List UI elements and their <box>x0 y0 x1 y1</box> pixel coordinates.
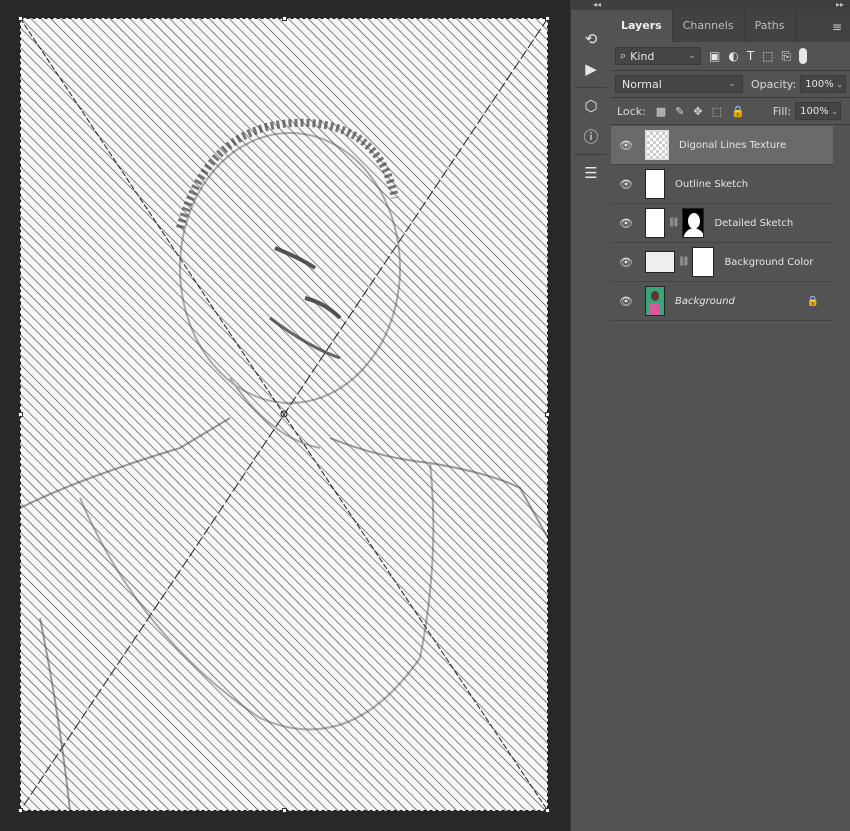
transform-handle-ml[interactable] <box>18 412 23 417</box>
layer-thumbnail <box>645 251 675 273</box>
adjustment-filter-icon[interactable]: ◐ <box>728 49 738 63</box>
visibility-eye-icon[interactable]: 👁 <box>611 295 641 308</box>
opacity-dropdown-icon[interactable]: ⌄ <box>834 75 846 93</box>
mask-silhouette <box>683 209 704 237</box>
layers-panel: ▸▸ Layers Channels Paths ≡ ⌕ Kind ⌄ ▣ ◐ … <box>611 0 850 831</box>
chevron-down-icon: ⌄ <box>688 51 696 61</box>
collapse-left-icon[interactable]: ◂◂ <box>593 0 601 10</box>
document-canvas[interactable] <box>20 18 548 811</box>
layer-row[interactable]: 👁 ⛓ Background Color <box>611 243 833 282</box>
lock-transparent-icon[interactable]: ▩ <box>656 105 666 118</box>
layers-list: 👁 Digonal Lines Texture 👁 Outline Sketch… <box>611 126 833 321</box>
smart-object-filter-icon[interactable]: ⎘ <box>782 49 792 64</box>
transform-handle-tl[interactable] <box>18 16 23 21</box>
transform-handle-br[interactable] <box>545 808 550 813</box>
sketch-artwork <box>20 18 548 811</box>
fill-label: Fill: <box>772 104 792 118</box>
divider <box>611 124 850 125</box>
layer-mask-thumbnail[interactable] <box>682 208 705 238</box>
type-filter-icon[interactable]: T <box>747 49 754 63</box>
visibility-eye-icon[interactable]: 👁 <box>611 178 641 191</box>
blend-mode-value: Normal <box>622 77 662 91</box>
info-icon[interactable]: ⓘ <box>571 121 611 151</box>
properties-icon[interactable]: ☰ <box>571 158 611 188</box>
layer-thumbnail <box>645 130 669 160</box>
transform-handle-bl[interactable] <box>18 808 23 813</box>
lock-all-icon[interactable]: 🔒 <box>731 105 745 118</box>
blend-mode-select[interactable]: Normal ⌄ <box>615 75 743 93</box>
transform-handle-tc[interactable] <box>282 16 287 21</box>
iconbar-grip[interactable]: ◂◂ <box>571 0 611 10</box>
transform-handle-mr[interactable] <box>545 412 550 417</box>
transform-handle-bc[interactable] <box>282 808 287 813</box>
layer-name: Digonal Lines Texture <box>679 139 787 151</box>
collapse-right-icon[interactable]: ▸▸ <box>836 0 844 10</box>
layer-mask-thumbnail[interactable] <box>692 247 715 277</box>
iconbar-divider <box>575 87 607 88</box>
link-chain-icon: ⛓ <box>678 257 690 267</box>
opacity-label: Opacity: <box>750 77 797 91</box>
layer-row[interactable]: 👁 Background 🔒 <box>611 282 833 321</box>
layer-thumbnail <box>645 169 665 199</box>
panel-top-bar: ▸▸ <box>611 0 850 10</box>
layer-row[interactable]: 👁 Digonal Lines Texture <box>611 126 833 165</box>
lock-row: Lock: ▩ ✎ ✥ ⬚ 🔒 Fill: 100% ⌄ <box>611 98 850 124</box>
tab-paths[interactable]: Paths <box>745 10 796 42</box>
canvas-area[interactable] <box>0 0 568 831</box>
layer-thumbnail <box>645 286 665 316</box>
3d-cube-icon[interactable]: ⬡ <box>571 91 611 121</box>
tab-layers[interactable]: Layers <box>611 10 673 42</box>
layer-name: Outline Sketch <box>675 178 749 190</box>
opacity-input[interactable]: 100% <box>800 75 835 93</box>
layer-name: Background <box>675 295 735 307</box>
layer-name: Background Color <box>724 256 814 268</box>
layer-thumbnail <box>645 208 665 238</box>
lock-position-icon[interactable]: ✥ <box>693 105 702 118</box>
layer-row[interactable]: 👁 ⛓ Detailed Sketch <box>611 204 833 243</box>
play-actions-icon[interactable]: ▶ <box>571 54 611 84</box>
filter-kind-label: Kind <box>630 49 655 63</box>
lock-icon: 🔒 <box>806 295 819 307</box>
lock-artboard-icon[interactable]: ⬚ <box>712 105 722 118</box>
lock-image-icon[interactable]: ✎ <box>675 105 684 118</box>
link-chain-icon: ⛓ <box>668 218 680 228</box>
lock-label: Lock: <box>617 104 646 118</box>
fill-input[interactable]: 100% <box>795 102 830 120</box>
chevron-down-icon: ⌄ <box>728 79 736 89</box>
visibility-eye-icon[interactable]: 👁 <box>611 256 641 269</box>
panel-menu-icon[interactable]: ≡ <box>832 20 842 34</box>
search-icon: ⌕ <box>620 49 627 62</box>
visibility-eye-icon[interactable]: 👁 <box>611 139 641 152</box>
filter-row: ⌕ Kind ⌄ ▣ ◐ T ⬚ ⎘ <box>611 42 850 70</box>
iconbar-divider <box>575 154 607 155</box>
panel-tabs: Layers Channels Paths ≡ <box>611 10 850 42</box>
history-icon[interactable]: ⟲ <box>571 24 611 54</box>
blend-row: Normal ⌄ Opacity: 100% ⌄ <box>611 71 850 97</box>
panel-icon-bar: ◂◂ ⟲ ▶ ⬡ ⓘ ☰ <box>570 0 612 831</box>
fill-dropdown-icon[interactable]: ⌄ <box>829 102 842 120</box>
image-filter-icon[interactable]: ▣ <box>709 49 720 63</box>
layer-row[interactable]: 👁 Outline Sketch <box>611 165 833 204</box>
tab-channels[interactable]: Channels <box>673 10 745 42</box>
filter-kind-select[interactable]: ⌕ Kind ⌄ <box>615 47 701 65</box>
transform-handle-tr[interactable] <box>545 16 550 21</box>
photo-thumbnail <box>650 291 660 315</box>
filter-toggle[interactable] <box>799 48 808 64</box>
shape-filter-icon[interactable]: ⬚ <box>762 49 773 63</box>
visibility-eye-icon[interactable]: 👁 <box>611 217 641 230</box>
layer-name: Detailed Sketch <box>714 217 794 229</box>
